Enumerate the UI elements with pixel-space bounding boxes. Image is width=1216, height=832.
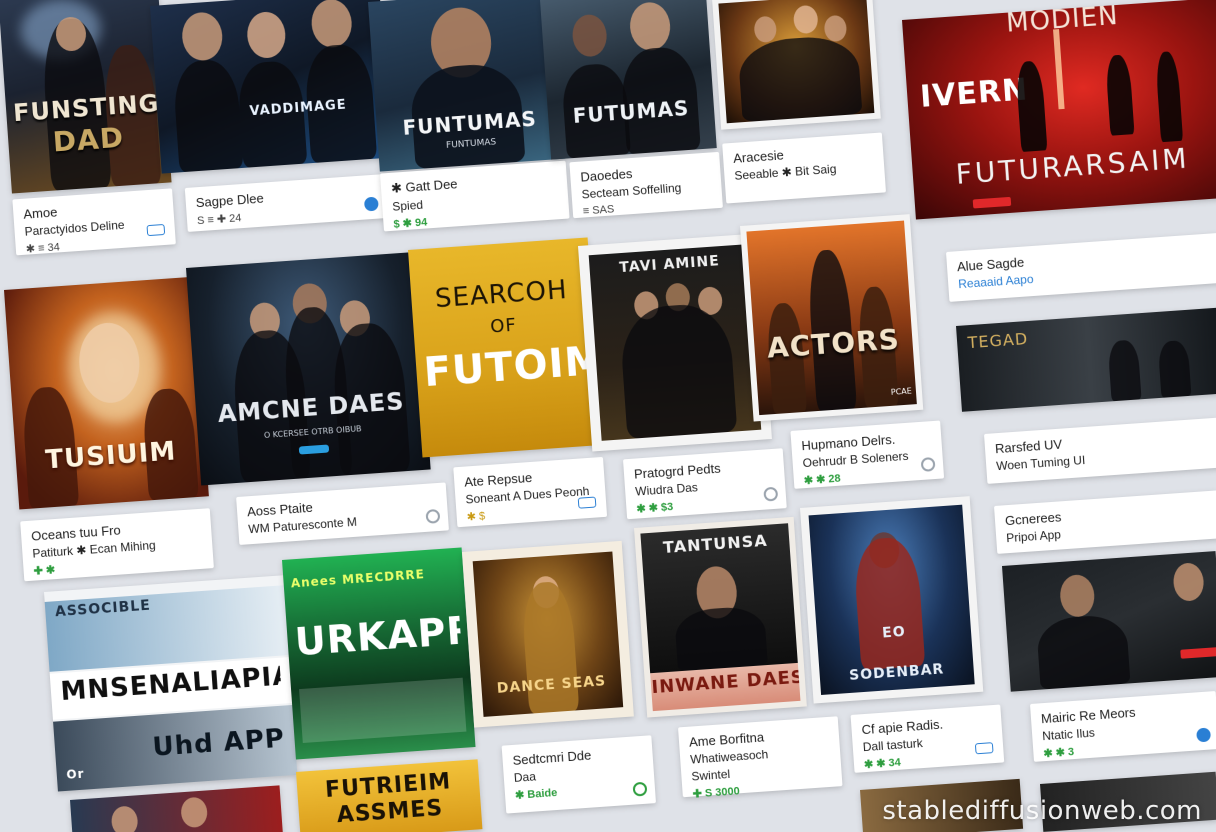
movie-card[interactable]: MODIEN IVERN FUTURARSAIM — [902, 0, 1216, 220]
movie-poster[interactable]: FUNTUMAS FUNTUMAS — [368, 0, 566, 172]
movie-card[interactable]: FUTRIEIM ASSMES — [296, 759, 483, 832]
movie-card[interactable]: ASSOCIBLE MNSENALIAPIA Uhd APP Or — [44, 575, 298, 792]
movie-card[interactable]: EO SODENBAR Cf apie Radis. Dall tasturk … — [800, 496, 1005, 775]
movie-poster[interactable]: MODIEN IVERN FUTURARSAIM — [902, 0, 1216, 220]
movie-caption: Amoe Paractyidos Deline ✱ ≡ 34 — [12, 188, 176, 256]
movie-caption: Aoss Ptaite WM Paturesconte M — [236, 482, 449, 545]
poster-title: FUTOIM — [422, 341, 591, 394]
movie-caption: Mairic Re Meors Ntatic Ilus ✱ ✱ 3 — [1030, 691, 1216, 762]
movie-caption: Gcnerees Pripoi App — [994, 490, 1216, 554]
movie-caption: Daoedes Secteam Soffelling ≡ SAS — [569, 151, 723, 219]
movie-caption: Sedtcmri Dde Daa ✱ Baide — [501, 735, 656, 814]
movie-poster[interactable]: EO SODENBAR — [800, 496, 984, 704]
poster-title: URKAPR — [293, 611, 462, 662]
movie-caption: Sagpe Dlee S ≡ ✚ 24 — [184, 174, 388, 232]
movie-poster[interactable]: Anees MRECDRRE URKAPR — [282, 547, 476, 760]
movie-card[interactable] — [70, 785, 284, 832]
movie-poster[interactable]: TEGAD — [956, 307, 1216, 412]
movie-caption: Rarsfed UV Woen Tuming UI — [984, 417, 1216, 484]
movie-card[interactable]: DANCE SEAS Sedtcmri Dde Daa ✱ Baide — [462, 540, 656, 816]
movie-caption: Aracesie Seeable ✱ Bit Saig — [722, 132, 886, 204]
movie-poster[interactable]: ACTORS PCAE — [740, 214, 924, 422]
movie-poster[interactable]: TANTUNSA INWANE DAES — [634, 516, 807, 718]
movie-poster[interactable]: VADDIMAGE — [150, 0, 392, 174]
movie-poster[interactable]: FUNSTING DAD — [0, 0, 172, 194]
movie-card[interactable]: AMCNE DAES O KCERSEE OTRB OIBUB Aoss Pta… — [186, 251, 449, 547]
movie-card[interactable]: Anees MRECDRRE URKAPR — [282, 547, 476, 760]
movie-caption: Hupmano Delrs. Oehrudr B Soleners ✱ ✱ 28 — [790, 420, 945, 489]
movie-card[interactable]: Rarsfed UV Woen Tuming UI — [984, 417, 1216, 484]
movie-card[interactable]: Gcnerees Pripoi App — [994, 490, 1216, 554]
poster-title-top: MODIEN — [1005, 0, 1120, 39]
status-icon — [632, 781, 648, 797]
movie-caption: ✱ Gatt Dee Spied $ ✱ 94 — [379, 160, 570, 232]
movie-card[interactable]: TANTUNSA INWANE DAES Ame Borfitna Whatiw… — [634, 516, 843, 801]
movie-card[interactable]: Mairic Re Meors Ntatic Ilus ✱ ✱ 3 — [1030, 691, 1216, 762]
movie-card[interactable]: TUSIUIM Oceans tuu Fro Patiturk ✱ Ecan M… — [4, 276, 214, 582]
movie-poster[interactable] — [1002, 551, 1216, 692]
movie-poster[interactable]: ASSOCIBLE MNSENALIAPIA Uhd APP Or — [44, 575, 298, 792]
movie-card[interactable]: FUTUMAS Daoedes Secteam Soffelling ≡ SAS — [540, 0, 723, 219]
watermark: stablediffusionweb.com — [882, 796, 1202, 826]
watch-button[interactable] — [1180, 647, 1216, 659]
movie-card[interactable]: ACTORS PCAE Hupmano Delrs. Oehrudr B Sol… — [740, 214, 945, 491]
poster-title-top: SEARCOH — [434, 275, 569, 314]
movie-poster[interactable]: FUTUMAS — [540, 0, 717, 160]
movie-caption: Alue Sagde Reaaaid Aapo — [946, 233, 1216, 302]
status-icon — [577, 496, 597, 509]
movie-caption: Oceans tuu Fro Patiturk ✱ Ecan Mihing ✚ … — [20, 508, 214, 582]
poster-title-mid: OF — [489, 314, 518, 338]
movie-caption: Cf apie Radis. Dall tasturk ✱ ✱ 34 — [850, 704, 1005, 773]
poster-collage: FUNSTING DAD Amoe Paractyidos Deline ✱ ≡… — [0, 0, 1216, 832]
poster-title: FUTURARSAIM — [954, 142, 1191, 191]
movie-poster[interactable]: TUSIUIM — [4, 276, 209, 510]
movie-card[interactable]: Aracesie Seeable ✱ Bit Saig — [712, 0, 886, 204]
movie-card[interactable]: FUNTUMAS FUNTUMAS ✱ Gatt Dee Spied $ ✱ 9… — [368, 0, 570, 232]
movie-poster[interactable]: FUTRIEIM ASSMES — [296, 759, 483, 832]
movie-poster[interactable] — [712, 0, 881, 130]
movie-poster[interactable]: DANCE SEAS — [462, 540, 634, 728]
movie-card[interactable]: TEGAD — [956, 307, 1216, 412]
status-icon — [974, 742, 994, 755]
movie-card[interactable]: SEARCOH OF FUTOIM Ate Repsue Soneant A D… — [408, 237, 608, 529]
movie-caption: Ate Repsue Soneant A Dues Peonh ✱ $ — [453, 456, 608, 528]
poster-tagline: Anees MRECDRRE — [290, 567, 426, 590]
movie-card[interactable]: FUNSTING DAD Amoe Paractyidos Deline ✱ ≡… — [0, 0, 176, 256]
status-icon — [146, 223, 166, 237]
movie-card[interactable]: VADDIMAGE Sagpe Dlee S ≡ ✚ 24 — [150, 0, 395, 233]
movie-poster[interactable] — [70, 785, 284, 832]
movie-poster[interactable]: SEARCOH OF FUTOIM — [408, 237, 603, 458]
movie-card[interactable] — [1002, 551, 1216, 692]
watch-button[interactable] — [972, 196, 1012, 209]
movie-card[interactable]: Alue Sagde Reaaaid Aapo — [946, 233, 1216, 302]
movie-poster[interactable]: AMCNE DAES O KCERSEE OTRB OIBUB — [186, 251, 431, 486]
